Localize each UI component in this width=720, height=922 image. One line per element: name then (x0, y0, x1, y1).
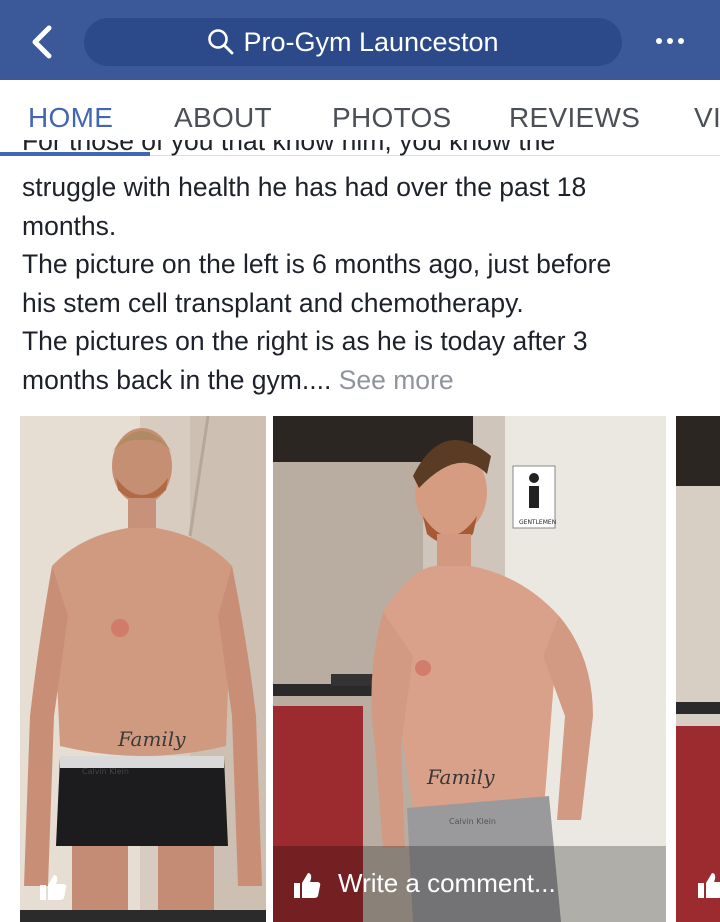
thumbs-up-icon[interactable] (696, 870, 720, 900)
post-text-cut-line: For those of you that know him, you know… (22, 140, 556, 156)
photo-before[interactable]: Family Calvin Klein (20, 416, 266, 922)
tattoo-text: Family (426, 765, 495, 789)
post-body: struggle with health he has had over the… (22, 168, 611, 399)
thumbs-up-icon[interactable] (38, 872, 68, 902)
post-text: For those of you that know him, you know… (22, 140, 702, 400)
photo-third[interactable] (676, 416, 720, 922)
waistband-text: Calvin Klein (82, 767, 129, 776)
post-line: his stem cell transplant and chemotherap… (22, 287, 524, 318)
waistband-text: Calvin Klein (449, 817, 496, 826)
post-line: The pictures on the right is as he is to… (22, 326, 588, 356)
sign-text: GENTLEMEN (519, 519, 556, 526)
search-icon (208, 29, 234, 55)
post-line: months back in the gym.... See more (22, 364, 454, 395)
back-button[interactable] (22, 22, 62, 62)
thumbs-up-icon[interactable] (292, 870, 322, 900)
post-line: struggle with health he has had over the… (22, 172, 587, 202)
more-options-button[interactable] (648, 26, 692, 56)
write-comment-input[interactable]: Write a comment... (338, 868, 556, 899)
chevron-left-icon (32, 25, 52, 59)
tattoo-text: Family (117, 727, 186, 751)
more-dots-icon (656, 38, 662, 44)
post-line: months. (22, 210, 117, 241)
top-bar: Pro-Gym Launceston (0, 0, 720, 80)
active-tab-indicator (0, 152, 150, 156)
photo-after[interactable]: GENTLEMEN Family Calvin Klein (273, 416, 666, 922)
search-query: Pro-Gym Launceston (243, 26, 499, 57)
post-line: The picture on the left is 6 months ago,… (22, 249, 612, 279)
see-more-link[interactable]: See more (339, 365, 454, 395)
search-box[interactable]: Pro-Gym Launceston (84, 18, 622, 66)
